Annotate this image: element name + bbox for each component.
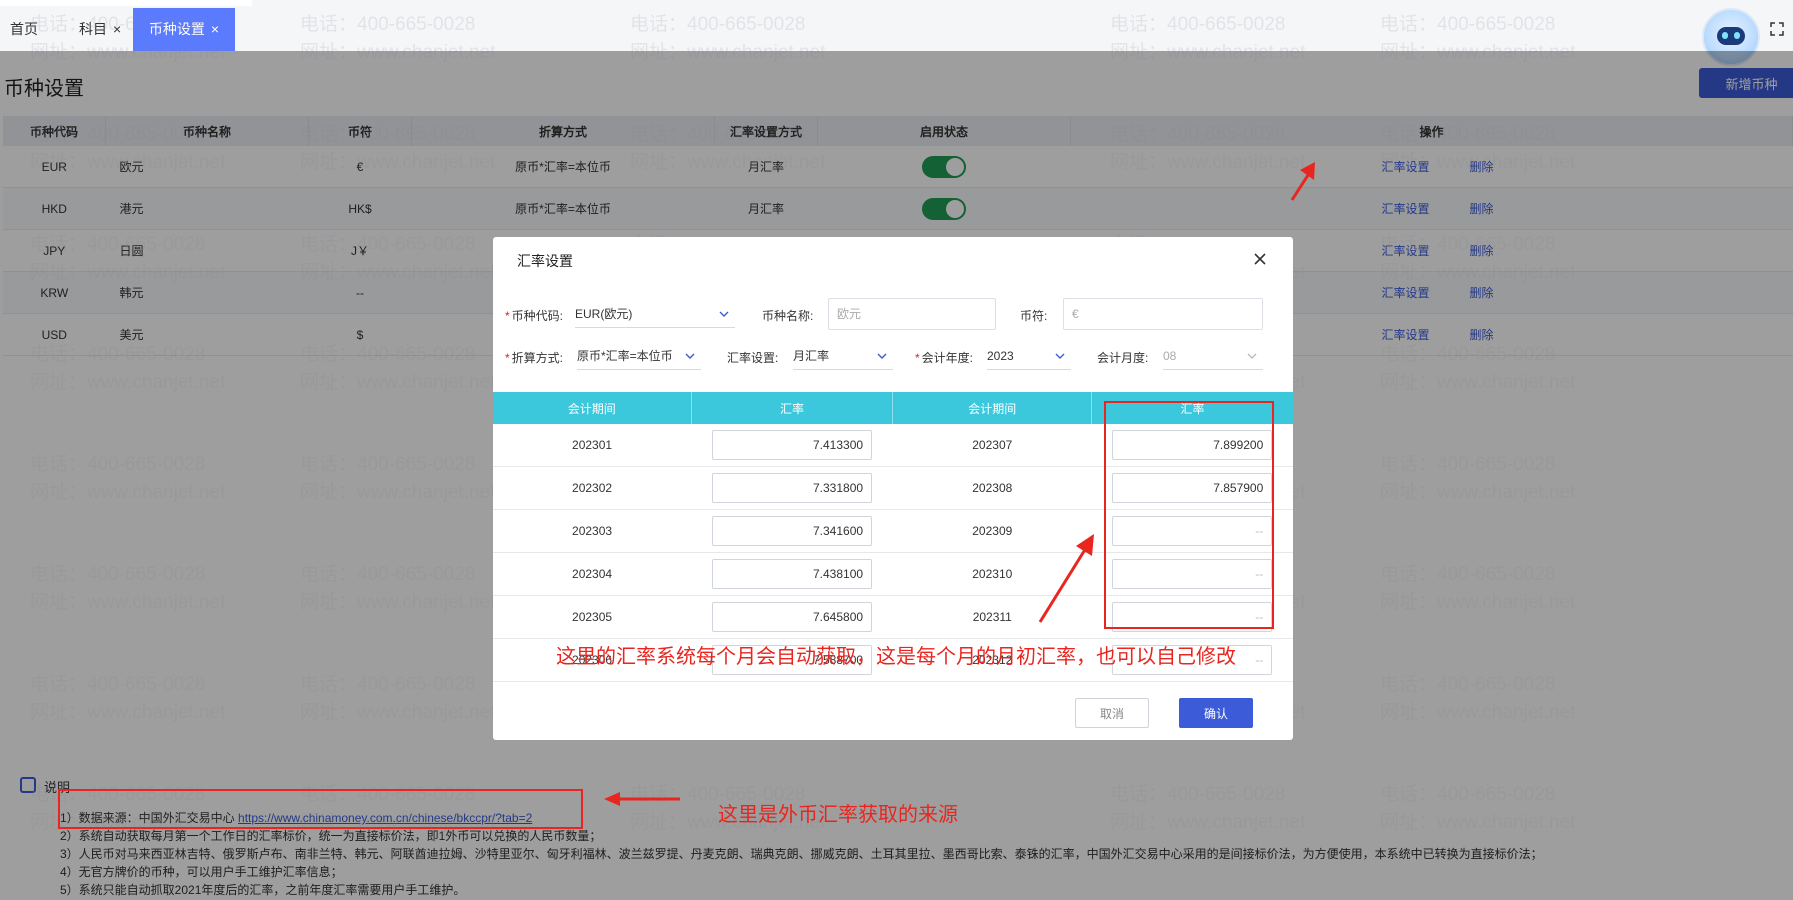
cell-period: 202301	[493, 424, 692, 467]
confirm-button[interactable]: 确认	[1179, 698, 1253, 728]
col-header: 汇率	[691, 392, 894, 424]
close-icon[interactable]	[1253, 252, 1267, 266]
label-text: 币种代码:	[511, 309, 564, 323]
chevron-down-icon	[685, 353, 695, 359]
tab-label: 首页	[10, 21, 38, 37]
year-label: * 会计年度:	[915, 351, 974, 365]
cell-period: 202310	[892, 552, 1092, 596]
robot-eye	[1734, 32, 1740, 39]
year-select[interactable]: 2023	[987, 342, 1071, 370]
select-value: EUR(欧元)	[575, 307, 633, 321]
cell-period: 202307	[892, 424, 1092, 467]
month-select[interactable]: 08	[1163, 342, 1263, 370]
annotation-box-source	[58, 789, 583, 829]
rate-input[interactable]: 7.438100	[712, 559, 873, 589]
rate-input[interactable]: 7.413300	[712, 430, 873, 460]
fullscreen-icon[interactable]	[1770, 22, 1784, 36]
cancel-button[interactable]: 取消	[1075, 698, 1149, 728]
cell-rate: 7.331800	[691, 466, 893, 510]
cell-period: 202308	[892, 466, 1092, 510]
method-select[interactable]: 原币*汇率=本位币	[577, 342, 701, 370]
cell-period: 202305	[493, 595, 692, 639]
cell-rate: 7.413300	[691, 424, 893, 467]
method-label: * 折算方式:	[505, 351, 564, 365]
col-header: 会计期间	[892, 392, 1093, 424]
col-header: 会计期间	[493, 392, 692, 424]
select-value: 原币*汇率=本位币	[577, 349, 673, 363]
annotation-source-note: 这里是外币汇率获取的来源	[718, 804, 958, 826]
label-text: 会计年度:	[921, 351, 974, 365]
select-value: 08	[1163, 349, 1177, 363]
currency-name-label: 币种名称:	[762, 309, 814, 323]
currency-code-label: * 币种代码:	[505, 309, 564, 323]
chevron-down-icon	[719, 311, 729, 317]
currency-code-select[interactable]: EUR(欧元)	[575, 300, 735, 328]
month-label: 会计月度:	[1097, 351, 1149, 365]
chevron-down-icon	[1055, 353, 1065, 359]
label-text: 折算方式:	[511, 351, 564, 365]
chevron-down-icon	[877, 353, 887, 359]
tab-label: 币种设置	[148, 21, 205, 37]
annotation-box-rates	[1104, 401, 1274, 629]
select-value: 月汇率	[793, 349, 830, 363]
rate-input[interactable]: 7.341600	[712, 516, 873, 546]
rate-input[interactable]: 7.645800	[712, 602, 873, 632]
tab-bar: 首页 科目 × 币种设置 ×	[0, 0, 1793, 66]
cell-period: 202309	[892, 509, 1092, 553]
symbol-field[interactable]: €	[1063, 298, 1263, 330]
symbol-label: 币符:	[1020, 309, 1048, 323]
tab-currency-settings[interactable]: 币种设置 ×	[133, 8, 235, 51]
rate-input[interactable]: 7.331800	[712, 473, 873, 503]
currency-name-field[interactable]: 欧元	[828, 298, 996, 330]
dialog-title: 汇率设置	[517, 253, 573, 269]
rate-mode-select[interactable]: 月汇率	[793, 342, 893, 370]
chevron-down-icon	[1247, 353, 1257, 359]
annotation-rate-note: 这里的汇率系统每个月会自动获取，这是每个月的月初汇率，也可以自己修改	[556, 646, 1236, 668]
close-icon[interactable]: ×	[211, 21, 219, 37]
tab-home[interactable]: 首页	[10, 8, 38, 51]
cell-rate: 7.438100	[691, 552, 893, 596]
cell-rate: 7.341600	[691, 509, 893, 553]
cell-period: 202311	[892, 595, 1092, 639]
select-value: 2023	[987, 349, 1014, 363]
rate-mode-label: 汇率设置:	[727, 351, 779, 365]
robot-eye	[1722, 32, 1728, 39]
robot-face	[1717, 27, 1745, 45]
tab-label: 科目	[79, 21, 107, 37]
cell-period: 202302	[493, 466, 692, 510]
tab-bar-strip	[0, 0, 252, 6]
cell-rate: 7.645800	[691, 595, 893, 639]
close-icon[interactable]: ×	[113, 21, 121, 37]
cell-period: 202303	[493, 509, 692, 553]
tab-account[interactable]: 科目 ×	[79, 8, 121, 51]
cell-period: 202304	[493, 552, 692, 596]
